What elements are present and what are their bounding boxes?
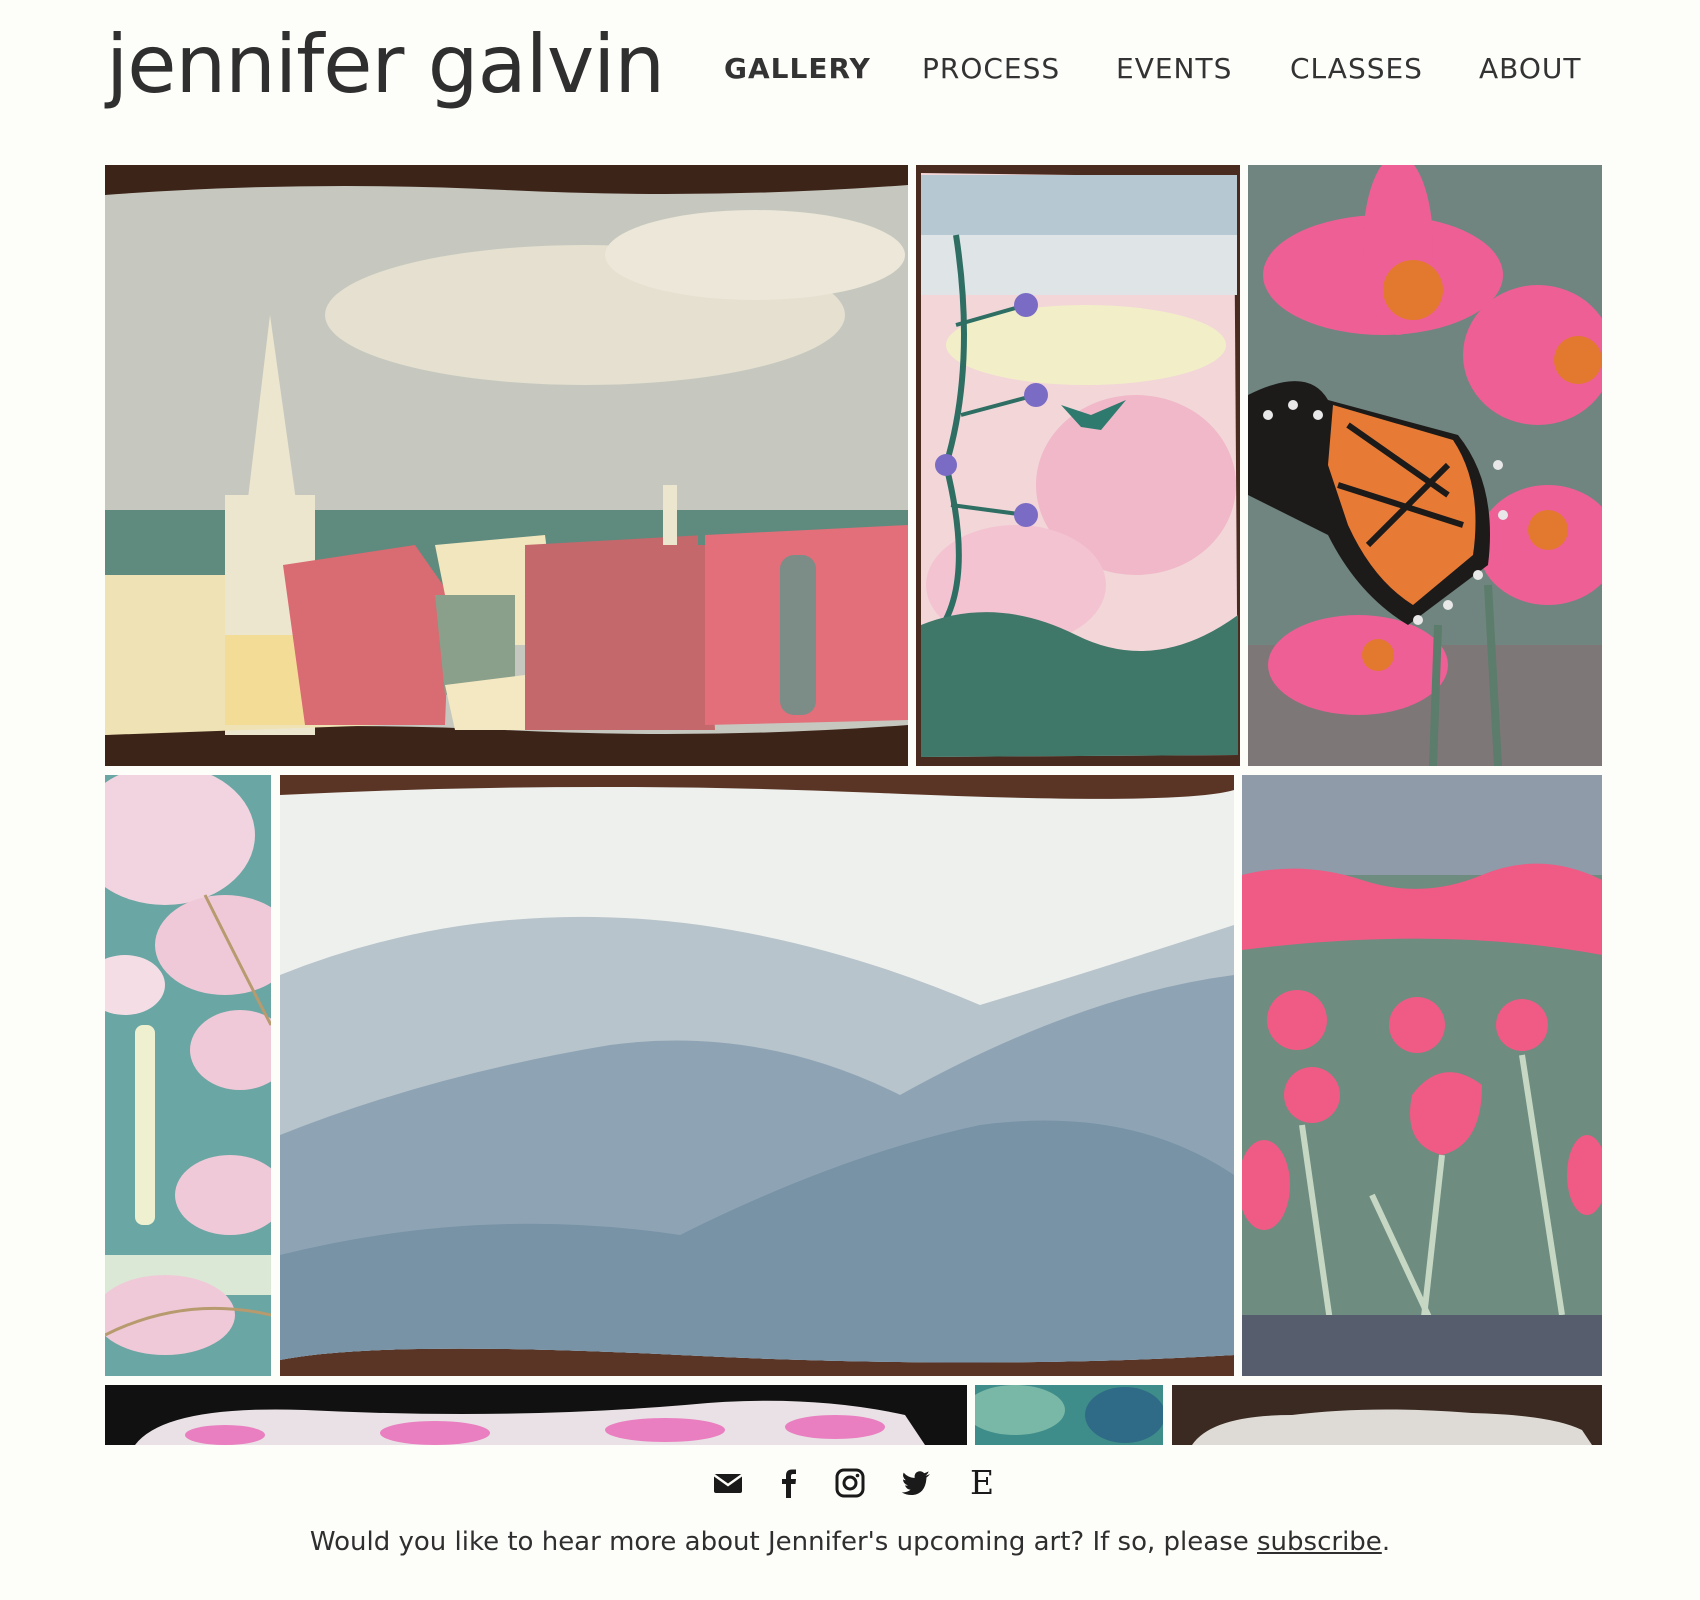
nav-process[interactable]: PROCESS (922, 52, 1060, 85)
main-nav: GALLERY PROCESS EVENTS CLASSES ABOUT (0, 52, 1700, 92)
paper-tulips-image (1242, 775, 1602, 1376)
paper-blue-green-image (975, 1385, 1163, 1445)
twitter-icon[interactable] (899, 1466, 933, 1500)
facebook-icon[interactable] (772, 1466, 806, 1500)
paper-pink-flowers-image (105, 1385, 967, 1445)
gallery-tile-blue-green[interactable] (975, 1385, 1163, 1445)
instagram-icon[interactable] (833, 1466, 867, 1500)
paper-gray-image (1172, 1385, 1602, 1445)
paper-blue-mountains-image (280, 775, 1234, 1376)
nav-classes[interactable]: CLASSES (1290, 52, 1423, 85)
gallery-tile-cherry-blossom[interactable] (105, 775, 271, 1376)
gallery-tile-gray[interactable] (1172, 1385, 1602, 1445)
paper-hummingbird-image (916, 165, 1240, 766)
site-header: jennifer galvin GALLERY PROCESS EVENTS C… (0, 0, 1700, 160)
nav-events[interactable]: EVENTS (1116, 52, 1232, 85)
gallery-tile-flowers-dark[interactable] (105, 1385, 967, 1445)
paper-cityscape-image (105, 165, 908, 766)
paper-monarch-butterfly-image (1248, 165, 1602, 766)
gallery-tile-hummingbird[interactable] (916, 165, 1240, 766)
subscribe-prefix-text: Would you like to hear more about Jennif… (309, 1527, 1258, 1557)
subscribe-prompt: Would you like to hear more about Jennif… (0, 1527, 1700, 1557)
nav-about[interactable]: ABOUT (1479, 52, 1582, 85)
gallery-tile-tulips[interactable] (1242, 775, 1602, 1376)
subscribe-suffix-text: . (1381, 1527, 1391, 1557)
nav-gallery[interactable]: GALLERY (724, 52, 871, 85)
paper-cherry-blossom-image (105, 775, 271, 1376)
social-links: E (0, 1466, 1700, 1506)
gallery-tile-butterfly[interactable] (1248, 165, 1602, 766)
etsy-letter: E (969, 1463, 995, 1502)
gallery-tile-cityscape[interactable] (105, 165, 908, 766)
envelope-icon[interactable] (711, 1466, 745, 1500)
etsy-icon[interactable]: E (965, 1466, 999, 1500)
gallery-tile-mountains[interactable] (280, 775, 1234, 1376)
subscribe-link[interactable]: subscribe (1257, 1527, 1382, 1557)
